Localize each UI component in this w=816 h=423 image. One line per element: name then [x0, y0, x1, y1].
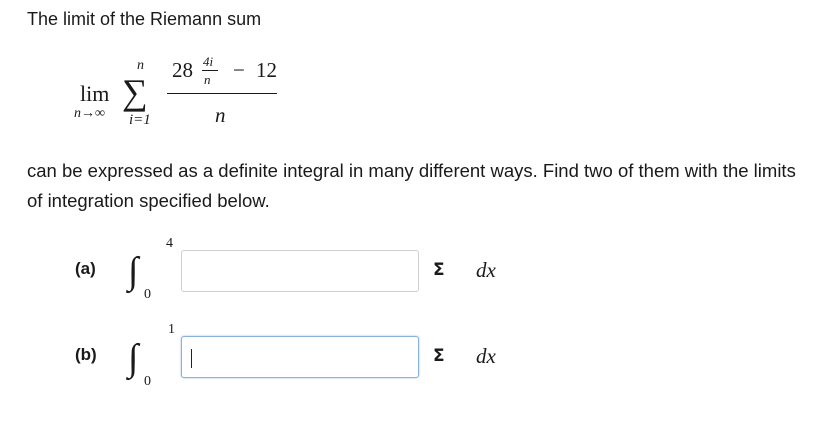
integral-sign: ∫ [128, 337, 139, 379]
small-fraction-bar [202, 70, 218, 71]
integrand-input-b[interactable] [181, 336, 419, 378]
sigma-icon[interactable]: Σ [433, 260, 445, 280]
small-fraction-numerator: 4i [203, 54, 214, 69]
sum-lower-index: i=1 [129, 112, 151, 128]
upper-limit: 1 [168, 322, 175, 337]
sum-upper-index: n [137, 58, 144, 73]
lower-limit: 0 [144, 374, 151, 389]
differential: dx [476, 258, 496, 282]
numerator-coefficient: 28 [172, 58, 193, 82]
numerator-constant: 12 [256, 58, 277, 82]
problem-intro: The limit of the Riemann sum [27, 9, 262, 29]
summation-sign: ∑ [122, 72, 148, 112]
main-fraction-bar [167, 93, 277, 94]
part-b-label: (b) [75, 345, 97, 364]
minus-sign: − [233, 58, 245, 82]
small-fraction-denominator: n [204, 72, 211, 87]
limit-word: lim [80, 81, 110, 106]
upper-limit: 4 [166, 236, 173, 251]
differential: dx [476, 344, 496, 368]
limit-subscript: n→∞ [74, 106, 105, 121]
sigma-icon[interactable]: Σ [433, 346, 445, 366]
text-caret [191, 349, 192, 368]
problem-description: can be expressed as a definite integral … [27, 160, 796, 211]
integral-sign: ∫ [128, 250, 139, 292]
lower-limit: 0 [144, 287, 151, 302]
part-a-label: (a) [75, 259, 96, 278]
integrand-input-a[interactable] [181, 250, 419, 292]
denominator: n [215, 103, 226, 127]
